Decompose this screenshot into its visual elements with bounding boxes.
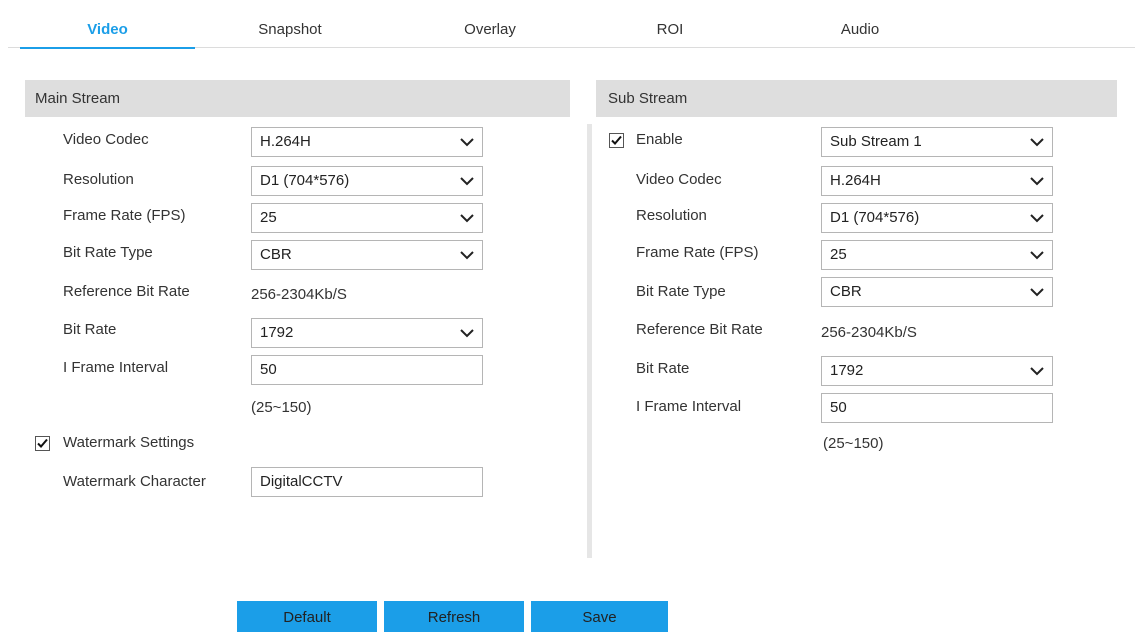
chevron-down-icon xyxy=(460,329,474,338)
sub-video-codec-label: Video Codec xyxy=(636,171,722,188)
watermark-settings-label: Watermark Settings xyxy=(63,434,195,451)
main-resolution-select[interactable]: D1 (704*576) xyxy=(251,166,483,196)
tab-overlay[interactable]: Overlay xyxy=(410,0,570,48)
watermark-character-label: Watermark Character xyxy=(63,473,206,490)
chevron-down-icon xyxy=(460,214,474,223)
sub-resolution-label: Resolution xyxy=(636,207,707,224)
sub-i-frame-interval-input[interactable]: 50 xyxy=(821,393,1053,423)
sub-reference-bit-rate-label: Reference Bit Rate xyxy=(636,321,763,338)
sub-i-frame-interval-label: I Frame Interval xyxy=(636,398,742,415)
chevron-down-icon xyxy=(1030,177,1044,186)
watermark-settings-checkbox[interactable] xyxy=(35,436,50,451)
main-bit-rate-label: Bit Rate xyxy=(63,321,117,338)
sub-i-frame-interval-range: (25~150) xyxy=(823,435,884,452)
chevron-down-icon xyxy=(460,177,474,186)
main-frame-rate-select[interactable]: 25 xyxy=(251,203,483,233)
tab-video[interactable]: Video xyxy=(20,0,195,49)
chevron-down-icon xyxy=(1030,288,1044,297)
sub-bit-rate-type-select[interactable]: CBR xyxy=(821,277,1053,307)
main-bit-rate-select[interactable]: 1792 xyxy=(251,318,483,348)
refresh-button[interactable]: Refresh xyxy=(384,601,524,632)
main-video-codec-select[interactable]: H.264H xyxy=(251,127,483,157)
sub-frame-rate-label: Frame Rate (FPS) xyxy=(636,244,759,261)
sub-bit-rate-label: Bit Rate xyxy=(636,360,690,377)
main-frame-rate-label: Frame Rate (FPS) xyxy=(63,207,186,224)
main-i-frame-interval-label: I Frame Interval xyxy=(63,359,169,376)
sub-stream-select[interactable]: Sub Stream 1 xyxy=(821,127,1053,157)
checkmark-icon xyxy=(611,135,622,145)
main-stream-header: Main Stream xyxy=(25,80,570,117)
sub-reference-bit-rate-value: 256-2304Kb/S xyxy=(821,324,917,341)
chevron-down-icon xyxy=(1030,138,1044,147)
sub-bit-rate-select[interactable]: 1792 xyxy=(821,356,1053,386)
column-divider xyxy=(587,124,592,558)
tab-snapshot[interactable]: Snapshot xyxy=(210,0,370,48)
chevron-down-icon xyxy=(460,138,474,147)
tab-audio[interactable]: Audio xyxy=(780,0,940,48)
sub-enable-label: Enable xyxy=(636,131,683,148)
main-bit-rate-type-select[interactable]: CBR xyxy=(251,240,483,270)
main-reference-bit-rate-label: Reference Bit Rate xyxy=(63,283,190,300)
sub-frame-rate-select[interactable]: 25 xyxy=(821,240,1053,270)
sub-video-codec-select[interactable]: H.264H xyxy=(821,166,1053,196)
tab-roi[interactable]: ROI xyxy=(590,0,750,48)
main-resolution-label: Resolution xyxy=(63,171,134,188)
main-bit-rate-type-label: Bit Rate Type xyxy=(63,244,153,261)
chevron-down-icon xyxy=(1030,214,1044,223)
main-i-frame-interval-input[interactable]: 50 xyxy=(251,355,483,385)
watermark-character-input[interactable]: DigitalCCTV xyxy=(251,467,483,497)
save-button[interactable]: Save xyxy=(531,601,668,632)
main-reference-bit-rate-value: 256-2304Kb/S xyxy=(251,286,347,303)
tab-bar: Video Snapshot Overlay ROI Audio xyxy=(8,0,1135,49)
chevron-down-icon xyxy=(460,251,474,260)
chevron-down-icon xyxy=(1030,251,1044,260)
main-video-codec-label: Video Codec xyxy=(63,131,149,148)
sub-stream-header: Sub Stream xyxy=(596,80,1117,117)
main-i-frame-interval-range: (25~150) xyxy=(251,399,312,416)
default-button[interactable]: Default xyxy=(237,601,377,632)
sub-enable-checkbox[interactable] xyxy=(609,133,624,148)
chevron-down-icon xyxy=(1030,367,1044,376)
checkmark-icon xyxy=(37,438,48,448)
sub-resolution-select[interactable]: D1 (704*576) xyxy=(821,203,1053,233)
sub-bit-rate-type-label: Bit Rate Type xyxy=(636,283,726,300)
